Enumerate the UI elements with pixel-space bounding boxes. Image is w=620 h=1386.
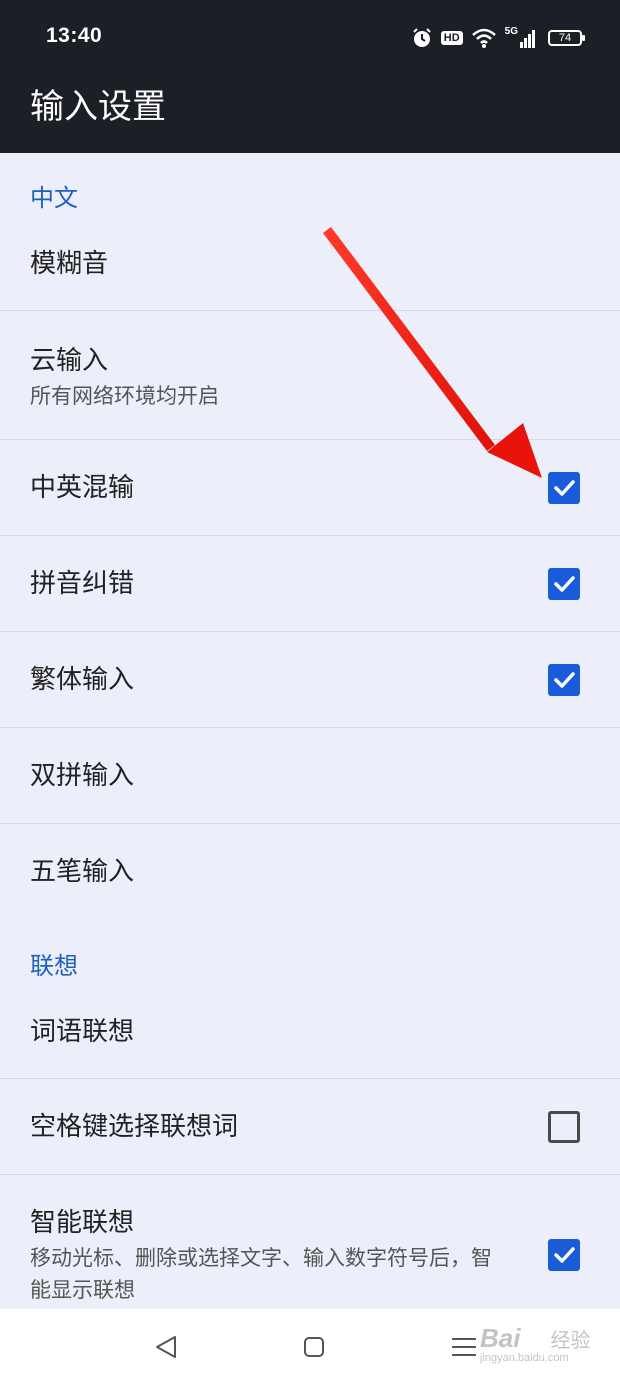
pinyin-correction-checkbox[interactable] <box>548 568 580 600</box>
watermark-url: jingyan.baidu.com <box>480 1352 569 1364</box>
space-select-checkbox[interactable] <box>548 1111 580 1143</box>
back-icon[interactable] <box>147 1327 187 1367</box>
setting-traditional-input[interactable]: 繁体输入 <box>0 632 620 727</box>
setting-label: 词语联想 <box>30 1017 135 1047</box>
setting-summary: 移动光标、删除或选择文字、输入数字符号后，智能显示联想 <box>30 1246 492 1302</box>
setting-pinyin-correction[interactable]: 拼音纠错 <box>0 536 620 631</box>
menu-icon[interactable] <box>444 1327 484 1367</box>
settings-list[interactable]: 中文 模糊音 云输入 所有网络环境均开启 中英混输 拼音纠错 繁体输入 双拼输入… <box>0 153 620 1309</box>
setting-cloud-input[interactable]: 云输入 所有网络环境均开启 <box>0 311 620 439</box>
page-title: 输入设置 <box>30 87 166 127</box>
watermark-brand: Bai <box>480 1323 521 1353</box>
home-icon[interactable] <box>294 1327 334 1367</box>
battery-level: 74 <box>558 32 572 44</box>
setting-smart-association[interactable]: 智能联想 移动光标、删除或选择文字、输入数字符号后，智能显示联想 <box>0 1175 620 1309</box>
setting-label: 空格键选择联想词 <box>30 1112 239 1142</box>
setting-wubi-input[interactable]: 五笔输入 <box>0 824 620 919</box>
check-icon <box>554 576 575 592</box>
wifi-icon <box>471 28 496 48</box>
check-icon <box>554 672 575 688</box>
setting-label: 双拼输入 <box>30 761 135 791</box>
setting-fuzzy-pinyin[interactable]: 模糊音 <box>0 225 620 310</box>
setting-label: 智能联想 <box>30 1208 135 1238</box>
setting-double-pinyin[interactable]: 双拼输入 <box>0 728 620 823</box>
app-bar: 输入设置 <box>0 75 620 153</box>
setting-mixed-input[interactable]: 中英混输 <box>0 440 620 535</box>
network-type-label: 5G <box>504 25 518 37</box>
setting-label: 中英混输 <box>30 473 135 503</box>
section-header-chinese: 中文 <box>30 184 78 212</box>
setting-label: 云输入 <box>30 346 109 376</box>
alarm-icon <box>413 28 431 47</box>
status-icons: HD 5G 74 <box>411 24 585 52</box>
setting-word-association[interactable]: 词语联想 <box>0 993 620 1078</box>
smart-association-checkbox[interactable] <box>548 1239 580 1271</box>
check-icon <box>554 480 575 496</box>
setting-label: 模糊音 <box>30 249 109 279</box>
navigation-bar: Bai 经验 jingyan.baidu.com <box>0 1309 620 1386</box>
status-bar: 13:40 HD 5G 74 <box>0 0 620 75</box>
watermark-brand-suffix: 经验 <box>550 1330 591 1352</box>
hd-badge: HD <box>440 31 463 45</box>
setting-label: 繁体输入 <box>30 665 135 695</box>
battery-icon: 74 <box>548 30 585 46</box>
mixed-input-checkbox[interactable] <box>548 472 580 504</box>
setting-label: 五笔输入 <box>30 857 135 887</box>
status-time: 13:40 <box>46 24 103 47</box>
setting-label: 拼音纠错 <box>30 569 135 599</box>
check-icon <box>554 1247 575 1263</box>
setting-summary: 所有网络环境均开启 <box>30 384 219 408</box>
watermark: Bai 经验 jingyan.baidu.com <box>480 1323 590 1364</box>
setting-space-select[interactable]: 空格键选择联想词 <box>0 1079 620 1174</box>
traditional-input-checkbox[interactable] <box>548 664 580 696</box>
signal-icon <box>520 30 535 48</box>
section-header-association: 联想 <box>30 952 78 980</box>
